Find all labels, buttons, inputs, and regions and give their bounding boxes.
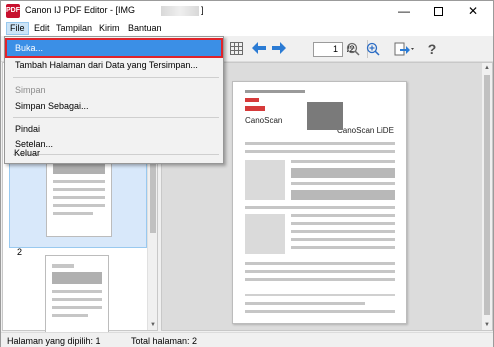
doc-text-line xyxy=(245,262,395,265)
doc-text-line xyxy=(291,230,395,233)
app-icon: PDF xyxy=(6,4,20,18)
status-bar: Halaman yang dipilih: 1 Total halaman: 2 xyxy=(1,332,493,347)
zoom-out-icon[interactable] xyxy=(345,42,361,56)
canon-logo-mark xyxy=(245,98,259,102)
next-page-icon[interactable] xyxy=(271,42,287,56)
doc-text-line xyxy=(291,238,395,241)
menu-file[interactable]: File xyxy=(6,22,29,35)
thumb-text-line xyxy=(53,212,93,215)
menu-item-open[interactable]: Buka... xyxy=(5,38,223,58)
doc-sidebar-block xyxy=(245,214,285,254)
export-svg xyxy=(394,42,414,56)
thumb-text-line xyxy=(52,298,102,301)
doc-image-row xyxy=(291,190,395,200)
thumb-text-line xyxy=(52,264,74,268)
menu-item-exit[interactable]: Keluar xyxy=(6,145,220,161)
doc-text-line xyxy=(245,270,395,273)
doc-red-tag xyxy=(245,106,265,111)
thumb-text-line xyxy=(52,306,102,309)
doc-text-line xyxy=(291,214,395,217)
menu-separator xyxy=(13,77,219,78)
doc-logo-canoscan: CanoScan xyxy=(245,116,283,125)
doc-footer-line xyxy=(245,302,365,305)
zoom-in-icon[interactable] xyxy=(365,42,381,56)
doc-text-line xyxy=(291,160,395,163)
scanner-image xyxy=(307,102,343,130)
thumbnail-page-2[interactable] xyxy=(45,255,109,333)
arrow-right-svg xyxy=(272,42,286,54)
export-icon[interactable] xyxy=(393,42,415,56)
scroll-down-icon[interactable]: ▼ xyxy=(148,320,158,330)
doc-divider xyxy=(245,294,395,296)
doc-footer-line xyxy=(245,310,395,313)
thumb-text-line xyxy=(52,290,102,293)
window-title: Canon IJ PDF Editor - [IMG xyxy=(25,5,136,15)
zoom-in-svg xyxy=(366,42,380,56)
document-page[interactable]: CanoScan CanoScan LiDE xyxy=(232,81,407,324)
doc-text-line xyxy=(245,150,395,153)
doc-text-line xyxy=(245,142,395,145)
scroll-up-icon[interactable]: ▲ xyxy=(482,63,492,73)
window-title-suffix: ] xyxy=(201,5,204,15)
thumb-text-line xyxy=(53,204,105,207)
close-button[interactable]: ✕ xyxy=(456,1,490,21)
doc-text-line xyxy=(245,206,395,209)
scroll-down-icon[interactable]: ▼ xyxy=(482,320,492,330)
thumbnail-page-2-number: 2 xyxy=(17,247,23,257)
title-bar: PDF Canon IJ PDF Editor - [IMG ] — ✕ xyxy=(1,1,493,21)
menu-item-save-as[interactable]: Simpan Sebagai... xyxy=(7,98,221,114)
total-pages-status: Total halaman: 2 xyxy=(131,336,198,346)
maximize-button[interactable] xyxy=(421,1,455,21)
doc-logo-canoscan-lide: CanoScan LiDE xyxy=(337,126,394,135)
grid-view-icon[interactable] xyxy=(229,42,243,56)
previous-page-icon[interactable] xyxy=(251,42,267,56)
menu-edit[interactable]: Edit xyxy=(31,22,53,35)
doc-text-line xyxy=(245,278,395,281)
menu-item-add-page[interactable]: Tambah Halaman dari Data yang Tersimpan.… xyxy=(7,57,221,73)
zoom-out-svg xyxy=(346,42,360,56)
thumb-image-block xyxy=(52,272,102,284)
thumb-text-line xyxy=(52,314,88,317)
thumb-text-line xyxy=(53,196,105,199)
doc-text-line xyxy=(291,246,395,249)
menu-view[interactable]: Tampilan xyxy=(53,22,95,35)
arrow-left-svg xyxy=(252,42,266,54)
menu-send[interactable]: Kirim xyxy=(96,22,123,35)
help-icon[interactable]: ? xyxy=(425,42,439,56)
menu-item-scan[interactable]: Pindai xyxy=(7,121,221,137)
document-scroll-thumb[interactable] xyxy=(484,75,490,315)
doc-image-row xyxy=(291,168,395,178)
document-scrollbar[interactable]: ▲ ▼ xyxy=(482,63,492,330)
menu-bar: File Edit Tampilan Kirim Bantuan xyxy=(1,21,493,36)
doc-text-line xyxy=(291,182,395,185)
thumb-text-line xyxy=(53,180,105,183)
app-window: PDF Canon IJ PDF Editor - [IMG ] — ✕ Fil… xyxy=(0,0,494,347)
doc-sidebar-block xyxy=(245,160,285,200)
blurred-filename xyxy=(161,6,199,16)
selected-pages-status: Halaman yang dipilih: 1 xyxy=(7,336,101,346)
doc-text-line xyxy=(291,222,395,225)
grid-svg xyxy=(229,42,243,55)
doc-header-line xyxy=(245,90,305,93)
menu-item-save[interactable]: Simpan xyxy=(7,82,221,98)
menu-separator xyxy=(13,117,219,118)
maximize-icon xyxy=(433,7,443,17)
page-number-input[interactable]: 1 xyxy=(313,42,343,57)
menu-help[interactable]: Bantuan xyxy=(125,22,165,35)
minimize-button[interactable]: — xyxy=(387,1,421,21)
thumb-text-line xyxy=(53,188,105,191)
